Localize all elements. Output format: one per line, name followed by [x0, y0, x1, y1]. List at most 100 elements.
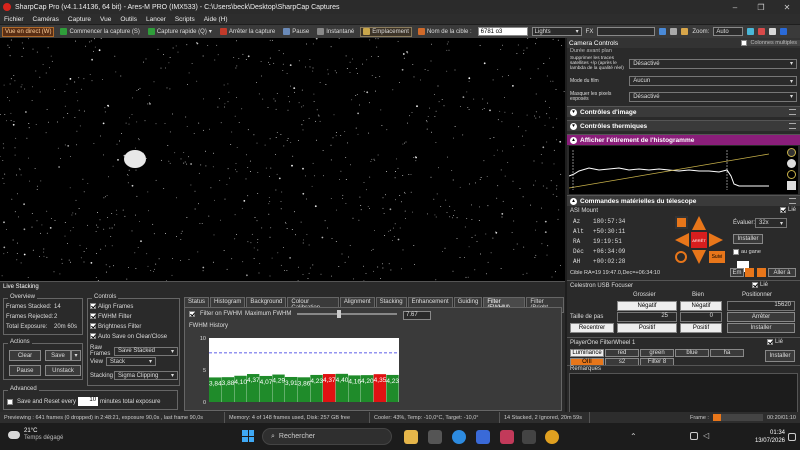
camera-app-icon[interactable]: [522, 430, 536, 444]
park-icon[interactable]: [675, 216, 688, 229]
menu-fichier[interactable]: Fichier: [4, 16, 24, 23]
fwhm-filter-checkbox[interactable]: [90, 313, 96, 320]
satellite-trail-select[interactable]: Désactivé ▾: [629, 58, 797, 69]
auto-stretch-icon[interactable]: [787, 148, 796, 157]
sharpcap-taskbar-icon[interactable]: [500, 430, 514, 444]
filter-wheel-linked-checkbox[interactable]: [767, 339, 773, 345]
brightness-filter-option[interactable]: Brightness Filter: [90, 322, 177, 332]
fine-negative-button[interactable]: Négatif: [680, 301, 722, 311]
stop-capture-button[interactable]: Arrêter la capture: [218, 27, 277, 37]
focuser-position-input[interactable]: 15620: [727, 301, 795, 311]
chrome-icon[interactable]: [545, 430, 559, 444]
filter-ha-button[interactable]: ha: [710, 349, 744, 357]
mount-linked[interactable]: Lié: [779, 207, 796, 213]
hide-pixels-select[interactable]: Désactivé ▾: [629, 91, 797, 102]
network-icon[interactable]: [690, 432, 698, 440]
histogram-panel[interactable]: [568, 146, 798, 194]
filter-blue-button[interactable]: blue: [675, 349, 709, 357]
task-view-icon[interactable]: [428, 430, 442, 444]
menu-vue[interactable]: Vue: [100, 16, 111, 23]
windows-start-icon[interactable]: [242, 430, 254, 442]
mount-linked-checkbox[interactable]: [779, 207, 786, 213]
live-view-button[interactable]: Vue en direct (W): [2, 26, 55, 37]
remarks-textarea[interactable]: [569, 373, 798, 413]
menu-capture[interactable]: Capture: [68, 16, 91, 23]
rate-select[interactable]: 32x ▾: [755, 218, 787, 228]
circle-icon[interactable]: [758, 28, 766, 35]
contrast-icon[interactable]: [787, 159, 796, 168]
arrow-icon[interactable]: [745, 268, 754, 277]
pause-button[interactable]: Pause: [281, 27, 311, 37]
arrow-up-icon[interactable]: [692, 216, 706, 230]
save-icon[interactable]: [787, 181, 796, 190]
raw-frames-select[interactable]: Save Stacked ▾: [114, 346, 178, 356]
arrow-left-icon[interactable]: [675, 233, 689, 247]
fwhm-filter-option[interactable]: FWHM Filter: [90, 312, 177, 322]
arrow-down-icon[interactable]: [692, 250, 706, 264]
snapshot-button[interactable]: Instantané: [315, 27, 356, 37]
home-target-icon[interactable]: [675, 251, 687, 263]
filter-wheel-linked[interactable]: Lié: [767, 339, 783, 345]
coarse-step-input[interactable]: 25: [617, 312, 677, 322]
focuser-linked-checkbox[interactable]: [752, 282, 758, 288]
southern-checkbox[interactable]: [733, 249, 739, 255]
maximize-button[interactable]: ❐: [748, 3, 774, 12]
close-button[interactable]: ✕: [774, 3, 800, 12]
start-capture-button[interactable]: Commencer la capture (S): [58, 27, 141, 37]
coarse-positive-button[interactable]: Positif: [617, 323, 677, 333]
brightness-filter-checkbox[interactable]: [90, 323, 96, 330]
autosave-option[interactable]: Auto Save on Clear/Close: [90, 332, 177, 342]
quick-capture-button[interactable]: Capture rapide (Q) ▾: [146, 27, 214, 37]
grid-icon[interactable]: [659, 28, 667, 35]
focuser-linked[interactable]: Lié: [752, 282, 768, 288]
histogram-stretch-section[interactable]: ▴ Afficher l'étirement de l'histogramme: [567, 134, 800, 145]
multi-columns-checkbox[interactable]: [740, 40, 747, 46]
fx-select[interactable]: [597, 27, 656, 36]
align-frames-option[interactable]: Align Frames: [90, 302, 177, 312]
thermal-controls-section[interactable]: ▾ Contrôles thermiques: [567, 120, 800, 131]
tray-chevron-icon[interactable]: ⌃: [630, 432, 637, 441]
weather-widget[interactable]: 21°C Temps dégagé: [8, 428, 63, 442]
goto-button[interactable]: Aller à: [768, 268, 796, 277]
southern-toggle[interactable]: au gane: [733, 249, 761, 255]
menu-icon[interactable]: [789, 109, 796, 115]
autosave-checkbox[interactable]: [90, 333, 96, 340]
max-fwhm-input[interactable]: 7.67: [403, 311, 431, 320]
film-mode-select[interactable]: Aucun ▾: [629, 76, 797, 86]
telescope-section[interactable]: ▴ Commandes matérielles du télescope: [567, 195, 800, 206]
filter-red-button[interactable]: red: [605, 349, 639, 357]
filter-green-button[interactable]: green: [640, 349, 674, 357]
menu-icon[interactable]: [789, 123, 796, 129]
align-frames-checkbox[interactable]: [90, 303, 96, 310]
store-icon[interactable]: [476, 430, 490, 444]
lock-icon[interactable]: [681, 28, 689, 35]
clear-button[interactable]: Clear: [9, 350, 41, 361]
pen-icon[interactable]: [780, 28, 788, 35]
tracking-button[interactable]: Suivi: [709, 251, 725, 263]
go-arrow-icon[interactable]: [757, 268, 766, 277]
file-explorer-icon[interactable]: [404, 430, 418, 444]
max-fwhm-slider[interactable]: [297, 310, 398, 318]
frame-type-select[interactable]: Lights ▾: [531, 27, 582, 36]
menu-scripts[interactable]: Scripts: [175, 16, 195, 23]
taskbar-search[interactable]: ⌕ Rechercher: [262, 428, 392, 445]
unstack-button[interactable]: Unstack: [45, 365, 81, 376]
slider-handle[interactable]: [337, 310, 342, 318]
view-select[interactable]: Stack ▾: [106, 357, 156, 366]
menu-icon[interactable]: [789, 198, 796, 204]
location-button[interactable]: Emplacement: [360, 26, 412, 37]
display-icon[interactable]: [769, 28, 777, 35]
filter-wheel-install-button[interactable]: Installer: [765, 350, 795, 362]
minimize-button[interactable]: –: [722, 3, 748, 12]
zoom-select[interactable]: Auto: [713, 27, 744, 36]
focuser-recenter-button[interactable]: Recentrer: [570, 323, 614, 333]
arrow-right-icon[interactable]: [709, 233, 723, 247]
save-button[interactable]: Save: [45, 350, 71, 361]
volume-icon[interactable]: ◁: [703, 431, 709, 440]
mount-install-button[interactable]: Installer: [733, 234, 763, 244]
em-button[interactable]: Em: [730, 268, 744, 277]
menu-lancer[interactable]: Lancer: [146, 16, 166, 23]
menu-cameras[interactable]: Caméras: [33, 16, 59, 23]
stacking-select[interactable]: Sigma Clipping ▾: [114, 371, 178, 380]
focuser-stop-button[interactable]: Arrêter: [727, 312, 795, 322]
